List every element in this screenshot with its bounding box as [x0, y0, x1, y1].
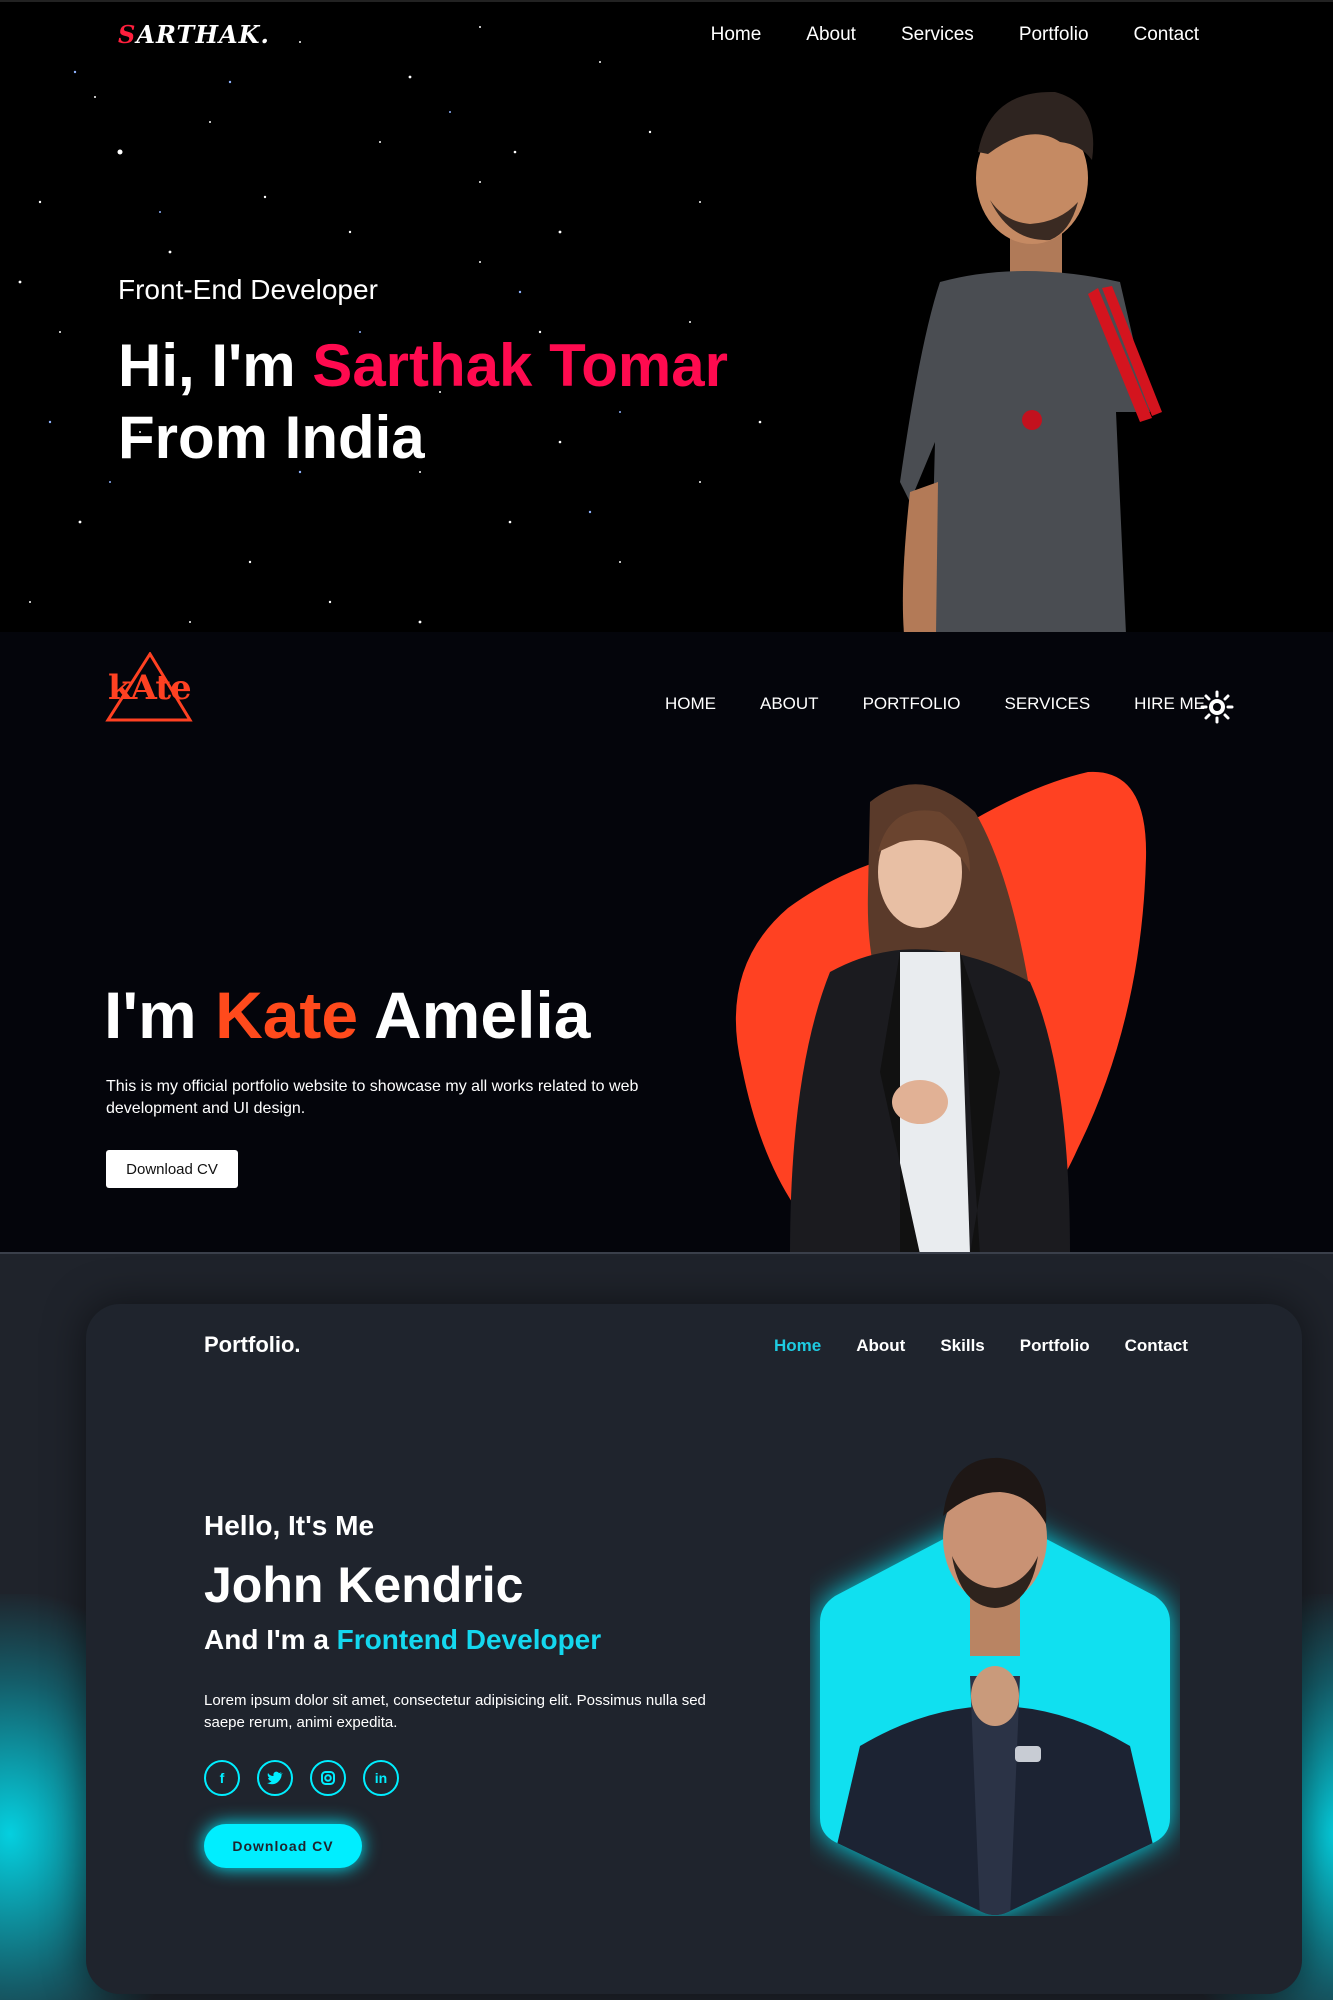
- sarthak-portfolio-hero: SARTHAK. Home About Services Portfolio C…: [0, 0, 1333, 632]
- nav-about[interactable]: ABOUT: [760, 694, 819, 714]
- nav-contact[interactable]: Contact: [1134, 24, 1199, 46]
- download-cv-button[interactable]: Download CV: [106, 1150, 238, 1188]
- hero-heading: Hi, I'm Sarthak Tomar From India: [118, 330, 818, 474]
- role-accent: Frontend Developer: [336, 1624, 602, 1655]
- kate-portfolio-hero: kAte HOME ABOUT PORTFOLIO SERVICES HIRE …: [0, 632, 1333, 1254]
- hero-portrait: [790, 784, 1070, 1252]
- kate-logo-text: kAte: [108, 668, 192, 708]
- nav-skills[interactable]: Skills: [940, 1336, 984, 1356]
- hero-name: Sarthak Tomar: [312, 332, 728, 399]
- john-portfolio-hero: Portfolio. Home About Skills Portfolio C…: [0, 1254, 1333, 2000]
- sun-icon[interactable]: [1200, 690, 1234, 724]
- main-nav: Home About Skills Portfolio Contact: [774, 1336, 1188, 1356]
- main-nav: HOME ABOUT PORTFOLIO SERVICES HIRE ME: [665, 694, 1205, 714]
- logo[interactable]: Portfolio.: [204, 1332, 301, 1358]
- hero-greeting: Hello, It's Me: [204, 1510, 375, 1541]
- nav-hire-me[interactable]: HIRE ME: [1134, 694, 1205, 714]
- logo[interactable]: SARTHAK.: [118, 20, 270, 49]
- hero-description: Lorem ipsum dolor sit amet, consectetur …: [204, 1692, 706, 1731]
- hero-location: From India: [118, 404, 425, 471]
- logo-text: ARTHAK.: [136, 20, 270, 49]
- hero-heading: I'm Kate Amelia: [104, 977, 590, 1053]
- role-pre: And I'm a: [204, 1624, 337, 1655]
- instagram-icon[interactable]: [310, 1760, 346, 1796]
- hero-role: And I'm a Frontend Developer: [204, 1624, 601, 1656]
- hexagon-portrait: [820, 1457, 1170, 1915]
- heading-pre: I'm: [104, 978, 216, 1052]
- nav-portfolio[interactable]: Portfolio: [1020, 1336, 1090, 1356]
- hero-role: Front-End Developer: [118, 274, 378, 305]
- hero-greeting: Hi, I'm: [118, 332, 313, 399]
- heading-post: Amelia: [358, 978, 591, 1052]
- nav-portfolio[interactable]: Portfolio: [1019, 24, 1089, 46]
- nav-about[interactable]: About: [856, 1336, 905, 1356]
- hero-name: John Kendric: [204, 1557, 524, 1613]
- nav-home[interactable]: HOME: [665, 694, 716, 714]
- social-links: f in: [204, 1760, 399, 1796]
- heading-accent: Kate: [215, 978, 359, 1052]
- nav-services[interactable]: SERVICES: [1005, 694, 1091, 714]
- linkedin-icon[interactable]: in: [363, 1760, 399, 1796]
- nav-about[interactable]: About: [806, 24, 856, 46]
- hero-description: This is my official portfolio website to…: [106, 1078, 639, 1117]
- main-nav: Home About Services Portfolio Contact: [711, 24, 1199, 46]
- download-cv-button[interactable]: Download CV: [204, 1824, 362, 1868]
- hero-portrait: [900, 91, 1162, 632]
- twitter-icon[interactable]: [257, 1760, 293, 1796]
- nav-home[interactable]: Home: [774, 1336, 821, 1356]
- nav-services[interactable]: Services: [901, 24, 974, 46]
- nav-contact[interactable]: Contact: [1125, 1336, 1188, 1356]
- logo-first-letter: S: [118, 20, 137, 49]
- nav-home[interactable]: Home: [711, 24, 762, 46]
- facebook-icon[interactable]: f: [204, 1760, 240, 1796]
- nav-portfolio[interactable]: PORTFOLIO: [863, 694, 961, 714]
